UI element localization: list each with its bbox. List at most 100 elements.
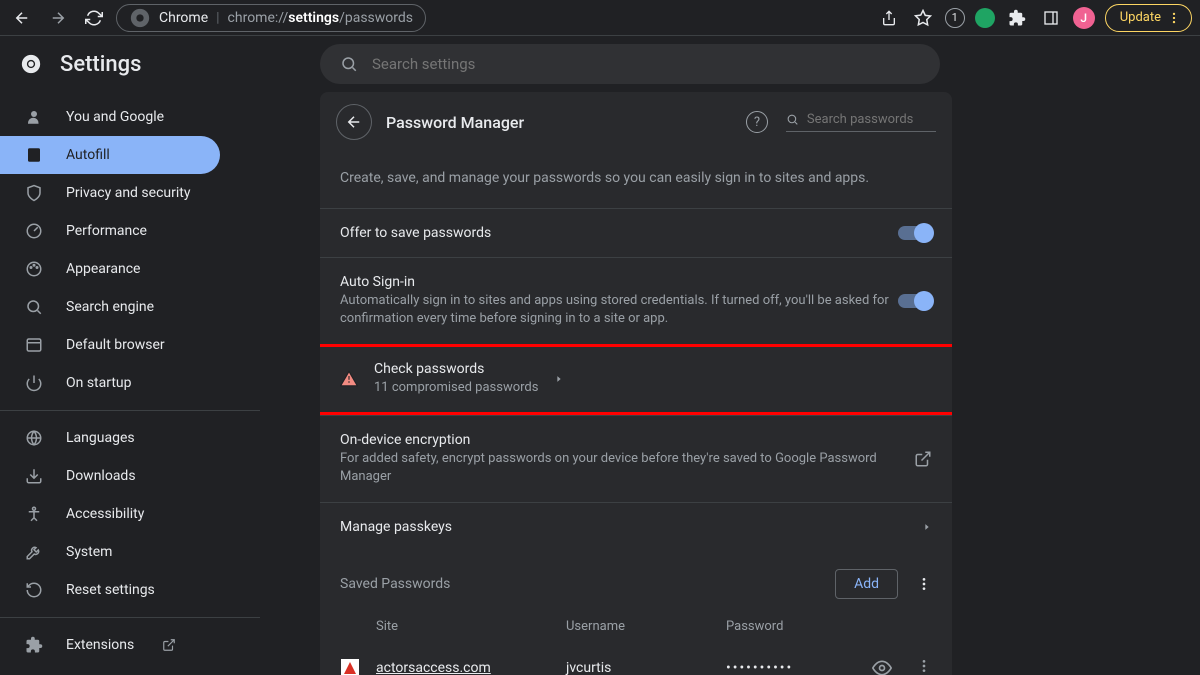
sidebar-item-privacy[interactable]: Privacy and security <box>0 174 220 212</box>
sidebar-item-downloads[interactable]: Downloads <box>0 457 220 495</box>
sidebar-item-accessibility[interactable]: Accessibility <box>0 495 220 533</box>
sidebar-item-label: Privacy and security <box>66 185 190 201</box>
sidebar-item-reset[interactable]: Reset settings <box>0 571 220 609</box>
warning-icon <box>340 370 358 388</box>
show-password-icon[interactable] <box>872 658 892 675</box>
auto-signin-toggle[interactable] <box>898 294 932 308</box>
encryption-sub: For added safety, encrypt passwords on y… <box>340 450 914 486</box>
shield-icon <box>24 184 44 202</box>
help-icon[interactable]: ? <box>746 111 768 133</box>
puzzle-icon <box>24 636 44 654</box>
col-pass: Password <box>726 619 932 634</box>
auto-signin-label: Auto Sign-in <box>340 274 898 290</box>
sidebar-item-you-google[interactable]: You and Google <box>0 98 220 136</box>
search-icon <box>786 112 799 127</box>
grammarly-icon[interactable] <box>975 8 995 28</box>
search-settings-input[interactable] <box>372 55 920 73</box>
username: jvcurtis <box>566 660 726 675</box>
back-button[interactable] <box>8 4 36 32</box>
tab-count-badge[interactable]: 1 <box>945 8 965 28</box>
avatar[interactable]: J <box>1073 7 1095 29</box>
chevron-right-icon <box>922 522 932 532</box>
bookmark-icon[interactable] <box>911 6 935 30</box>
auto-signin-sub: Automatically sign in to sites and apps … <box>340 292 898 328</box>
more-icon[interactable] <box>916 576 932 592</box>
update-button[interactable]: Update <box>1105 4 1192 32</box>
check-passwords-sub: 11 compromised passwords <box>374 379 538 397</box>
settings-chrome-icon <box>20 53 42 75</box>
url-text: chrome://settings/passwords <box>228 10 413 26</box>
sidebar-item-appearance[interactable]: Appearance <box>0 250 220 288</box>
sidebar-item-label: Languages <box>66 430 135 446</box>
sidebar-item-label: Reset settings <box>66 582 155 598</box>
row-more-icon[interactable] <box>916 658 932 675</box>
table-header: Site Username Password <box>320 609 952 644</box>
sidebar-item-label: You and Google <box>66 109 164 125</box>
sidebar-item-performance[interactable]: Performance <box>0 212 220 250</box>
sidebar-item-extensions[interactable]: Extensions <box>0 626 220 664</box>
offer-save-toggle[interactable] <box>898 226 932 240</box>
auto-signin-row[interactable]: Auto Sign-in Automatically sign in to si… <box>320 257 952 344</box>
forward-button[interactable] <box>44 4 72 32</box>
sidebar-item-system[interactable]: System <box>0 533 220 571</box>
sidebar-item-about[interactable]: About Chrome <box>0 664 220 675</box>
open-external-icon <box>914 450 932 468</box>
passkeys-row[interactable]: Manage passkeys <box>320 502 952 551</box>
panel-icon[interactable] <box>1039 6 1063 30</box>
chevron-right-icon <box>554 374 564 384</box>
sidebar-separator <box>0 410 260 411</box>
globe-icon <box>24 429 44 447</box>
search-passwords[interactable] <box>786 112 936 132</box>
sidebar-item-label: On startup <box>66 375 132 391</box>
accessibility-icon <box>24 505 44 523</box>
col-site: Site <box>376 619 566 634</box>
sidebar-item-startup[interactable]: On startup <box>0 364 220 402</box>
sidebar-item-label: Search engine <box>66 299 154 315</box>
sidebar-item-search-engine[interactable]: Search engine <box>0 288 220 326</box>
site-link[interactable]: actorsaccess.com <box>376 660 566 675</box>
check-passwords-label: Check passwords <box>374 361 538 377</box>
sidebar-item-languages[interactable]: Languages <box>0 419 220 457</box>
power-icon <box>24 374 44 392</box>
add-button[interactable]: Add <box>835 569 898 599</box>
password-row[interactable]: actorsaccess.com jvcurtis •••••••••• <box>320 644 952 675</box>
restore-icon <box>24 581 44 599</box>
panel-description: Create, save, and manage your passwords … <box>320 152 952 208</box>
password-masked: •••••••••• <box>726 660 872 675</box>
page-title: Settings <box>60 52 141 77</box>
sidebar-item-default-browser[interactable]: Default browser <box>0 326 220 364</box>
password-manager-panel: Password Manager ? Create, save, and man… <box>320 92 952 675</box>
search-settings[interactable] <box>320 44 940 84</box>
download-icon <box>24 467 44 485</box>
speedometer-icon <box>24 222 44 240</box>
search-icon <box>340 55 358 73</box>
extensions-icon[interactable] <box>1005 6 1029 30</box>
share-icon[interactable] <box>877 6 901 30</box>
address-bar[interactable]: Chrome | chrome://settings/passwords <box>116 4 426 32</box>
wrench-icon <box>24 543 44 561</box>
palette-icon <box>24 260 44 278</box>
reload-button[interactable] <box>80 4 108 32</box>
sidebar-separator <box>0 617 260 618</box>
sidebar-item-label: System <box>66 544 112 560</box>
sidebar: You and Google Autofill Privacy and secu… <box>0 92 260 675</box>
sidebar-item-label: Appearance <box>66 261 140 277</box>
offer-save-row[interactable]: Offer to save passwords <box>320 208 952 257</box>
panel-back-button[interactable] <box>336 104 372 140</box>
search-passwords-input[interactable] <box>807 112 936 127</box>
url-divider: | <box>216 10 219 26</box>
open-external-icon <box>162 638 176 652</box>
encryption-row[interactable]: On-device encryption For added safety, e… <box>320 415 952 502</box>
autofill-icon <box>24 146 44 164</box>
sidebar-item-autofill[interactable]: Autofill <box>0 136 220 174</box>
sidebar-item-label: Downloads <box>66 468 136 484</box>
saved-passwords-title: Saved Passwords <box>340 576 835 592</box>
sidebar-item-label: Default browser <box>66 337 165 353</box>
sidebar-item-label: Extensions <box>66 637 134 653</box>
passkeys-label: Manage passkeys <box>340 519 922 535</box>
chrome-label: Chrome <box>159 10 208 26</box>
sidebar-item-label: Performance <box>66 223 147 239</box>
col-user: Username <box>566 619 726 634</box>
check-passwords-row[interactable]: Check passwords 11 compromised passwords <box>320 344 952 414</box>
person-icon <box>24 108 44 126</box>
